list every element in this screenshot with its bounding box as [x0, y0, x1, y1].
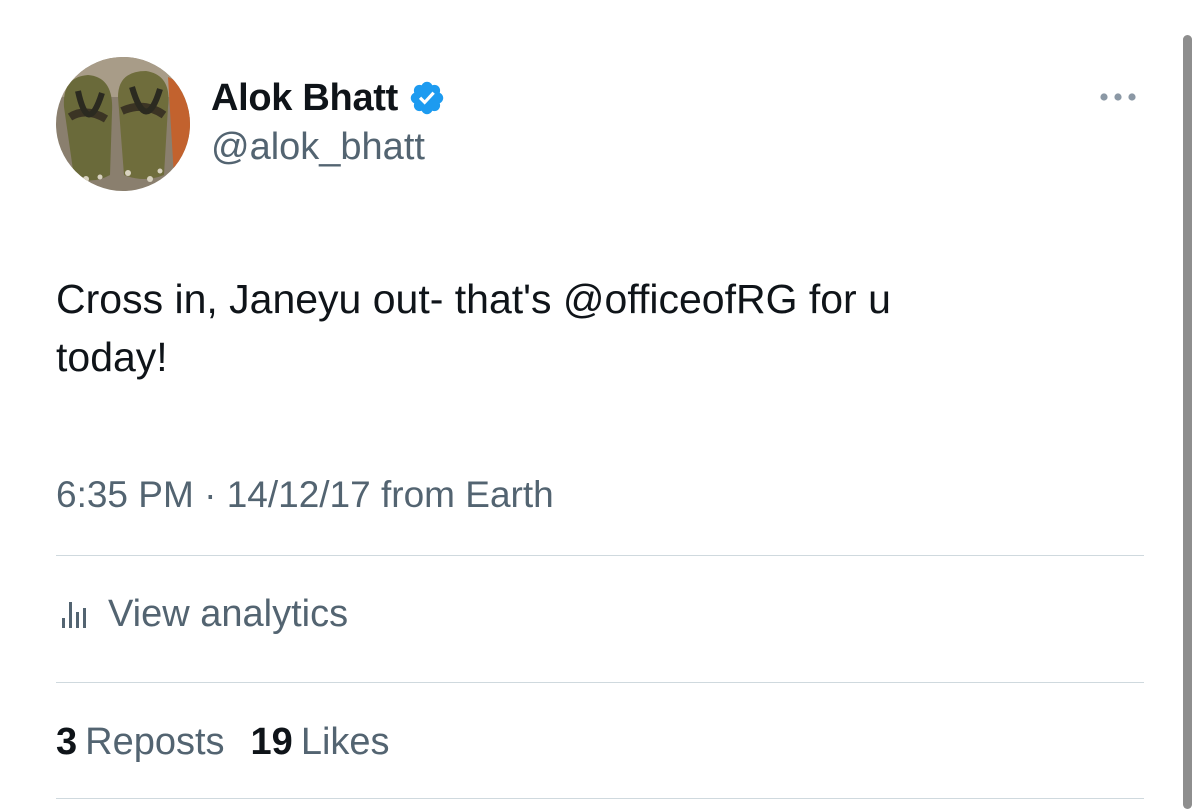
reposts-label: Reposts: [85, 720, 225, 763]
likes-label: Likes: [300, 720, 390, 763]
scrollbar[interactable]: [1183, 35, 1192, 809]
avatar[interactable]: [56, 57, 190, 191]
sandals-photo-icon: [56, 57, 190, 191]
tweet-text-line-2: today!: [56, 334, 168, 380]
engagement-stats: 3 Reposts 19 Likes: [56, 716, 390, 768]
divider: [56, 555, 1144, 556]
divider: [56, 682, 1144, 683]
reposts-stat[interactable]: 3 Reposts: [56, 721, 225, 764]
view-analytics-button[interactable]: View analytics: [56, 588, 348, 640]
author-name-row: Alok Bhatt: [211, 72, 446, 124]
reposts-count: 3: [56, 720, 78, 763]
verified-badge-icon: [408, 79, 446, 117]
tweet-time[interactable]: 6:35 PM: [56, 474, 194, 515]
display-name[interactable]: Alok Bhatt: [211, 77, 398, 120]
tweet-text-line-1: Cross in, Janeyu out- that's @officeofRG…: [56, 276, 891, 322]
tweet-text: Cross in, Janeyu out- that's @officeofRG…: [56, 270, 1136, 386]
tweet-date[interactable]: 14/12/17: [227, 474, 371, 515]
likes-count: 19: [250, 720, 293, 763]
meta-separator: ·: [204, 474, 217, 515]
view-analytics-label: View analytics: [108, 592, 349, 635]
analytics-bar-chart-icon: [56, 594, 96, 634]
tweet-metadata: 6:35 PM · 14/12/17 from Earth: [56, 474, 554, 516]
author-handle[interactable]: @alok_bhatt: [211, 126, 425, 169]
likes-stat[interactable]: 19 Likes: [251, 721, 390, 764]
divider: [56, 798, 1144, 799]
tweet-source: from Earth: [381, 474, 554, 515]
more-options-icon[interactable]: [1092, 80, 1144, 114]
